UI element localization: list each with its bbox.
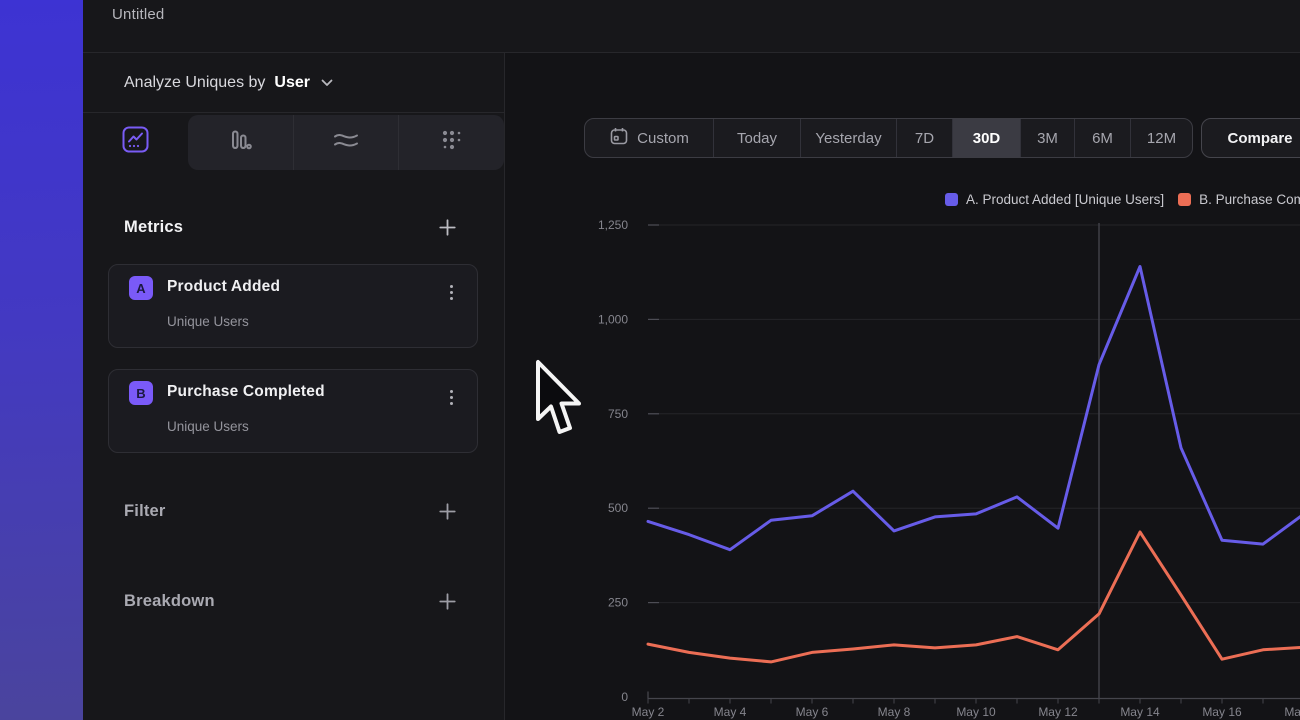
chevron-down-icon[interactable] (321, 74, 333, 92)
date-range-control: Custom Today Yesterday 7D 30D 3M 6M 12M (584, 118, 1193, 158)
metric-card[interactable]: B Purchase Completed Unique Users (108, 369, 478, 453)
app-screen: Untitled Analyze Uniques by User (0, 0, 1300, 720)
range-label: Today (737, 130, 777, 147)
y-axis-label: 250 (608, 596, 628, 610)
chart-legend: A. Product Added [Unique Users] B. Purcha… (945, 186, 1300, 212)
filter-title: Filter (124, 502, 166, 521)
tab-flow-chart[interactable] (293, 115, 399, 170)
chart-panel: 0 250 500 750 1,000 1,250 May 2 May 4 May 6 May 8… (505, 53, 1300, 720)
calendar-icon (609, 126, 629, 150)
add-breakdown-button[interactable] (438, 592, 456, 610)
range-label: Custom (637, 130, 689, 147)
range-label: Yesterday (815, 130, 881, 147)
breakdown-section-header: Breakdown (124, 587, 456, 615)
accent-gradient-strip (0, 0, 83, 720)
y-axis-label: 1,000 (598, 312, 628, 326)
kebab-menu-icon[interactable] (448, 388, 455, 407)
legend-swatch (1178, 193, 1191, 206)
x-axis-label: May 14 (1120, 705, 1160, 719)
range-label: 7D (915, 130, 934, 147)
metric-subtitle: Unique Users (167, 314, 249, 329)
x-axis-label: May 8 (878, 705, 911, 719)
add-metric-button[interactable] (438, 218, 456, 236)
x-axis-label: May 6 (796, 705, 829, 719)
y-axis-label: 1,250 (598, 218, 628, 232)
analyze-label: Analyze Uniques by (124, 74, 265, 92)
range-custom[interactable]: Custom (585, 119, 713, 157)
series-line-a (648, 267, 1300, 550)
legend-label: B. Purchase Completed [Unique Users] (1199, 192, 1300, 207)
range-7d[interactable]: 7D (896, 119, 952, 157)
metrics-list: A Product Added Unique Users B Purchase Comp… (83, 264, 504, 453)
kebab-menu-icon[interactable] (448, 283, 455, 302)
filter-section-header: Filter (124, 497, 456, 525)
tab-dot-grid[interactable] (398, 115, 504, 170)
dot-grid-icon (439, 127, 465, 158)
y-axis-label: 500 (608, 501, 628, 515)
chart-type-tabstrip (83, 113, 504, 170)
y-axis-label: 0 (621, 690, 628, 704)
tab-line-chart[interactable] (83, 113, 188, 170)
analyze-by-dropdown[interactable]: User (274, 74, 310, 92)
range-6m[interactable]: 6M (1074, 119, 1130, 157)
series-line-b (648, 532, 1300, 662)
line-chart-icon (122, 126, 149, 158)
query-sidebar: Analyze Uniques by User (83, 53, 505, 720)
compare-button[interactable]: Compare (1201, 118, 1300, 158)
tab-bar-chart[interactable] (188, 115, 293, 170)
range-yesterday[interactable]: Yesterday (800, 119, 896, 157)
metrics-section-header: Metrics (124, 213, 456, 241)
flow-chart-icon (332, 128, 360, 157)
report-title: Untitled (112, 6, 164, 23)
analyze-row: Analyze Uniques by User (83, 53, 504, 113)
metrics-title: Metrics (124, 218, 183, 237)
range-today[interactable]: Today (713, 119, 800, 157)
chart-type-tabgroup (188, 115, 504, 170)
top-bar: Untitled (83, 0, 1300, 53)
breakdown-title: Breakdown (124, 592, 215, 611)
x-axis-label: May 10 (956, 705, 996, 719)
legend-item[interactable]: A. Product Added [Unique Users] (945, 192, 1164, 207)
legend-swatch (945, 193, 958, 206)
metric-card[interactable]: A Product Added Unique Users (108, 264, 478, 348)
app-window: Untitled Analyze Uniques by User (83, 0, 1300, 720)
legend-label: A. Product Added [Unique Users] (966, 192, 1164, 207)
range-30d[interactable]: 30D (952, 119, 1020, 157)
metric-badge: A (129, 276, 153, 300)
range-label: 30D (973, 130, 1001, 147)
bar-chart-icon (227, 127, 253, 158)
metric-badge: B (129, 381, 153, 405)
range-12m[interactable]: 12M (1130, 119, 1192, 157)
metric-name: Product Added (167, 278, 280, 296)
x-axis-label: May 2 (632, 705, 665, 719)
range-label: 12M (1147, 130, 1176, 147)
range-label: 6M (1092, 130, 1113, 147)
x-axis-label: May 12 (1038, 705, 1078, 719)
x-axis-label: May 4 (714, 705, 747, 719)
y-axis-label: 750 (608, 407, 628, 421)
range-3m[interactable]: 3M (1020, 119, 1074, 157)
legend-item[interactable]: B. Purchase Completed [Unique Users] (1178, 192, 1300, 207)
range-label: 3M (1037, 130, 1058, 147)
x-axis-label: May 16 (1202, 705, 1242, 719)
metric-subtitle: Unique Users (167, 419, 249, 434)
add-filter-button[interactable] (438, 502, 456, 520)
x-axis-label: May 18 (1284, 705, 1300, 719)
metric-name: Purchase Completed (167, 383, 325, 401)
